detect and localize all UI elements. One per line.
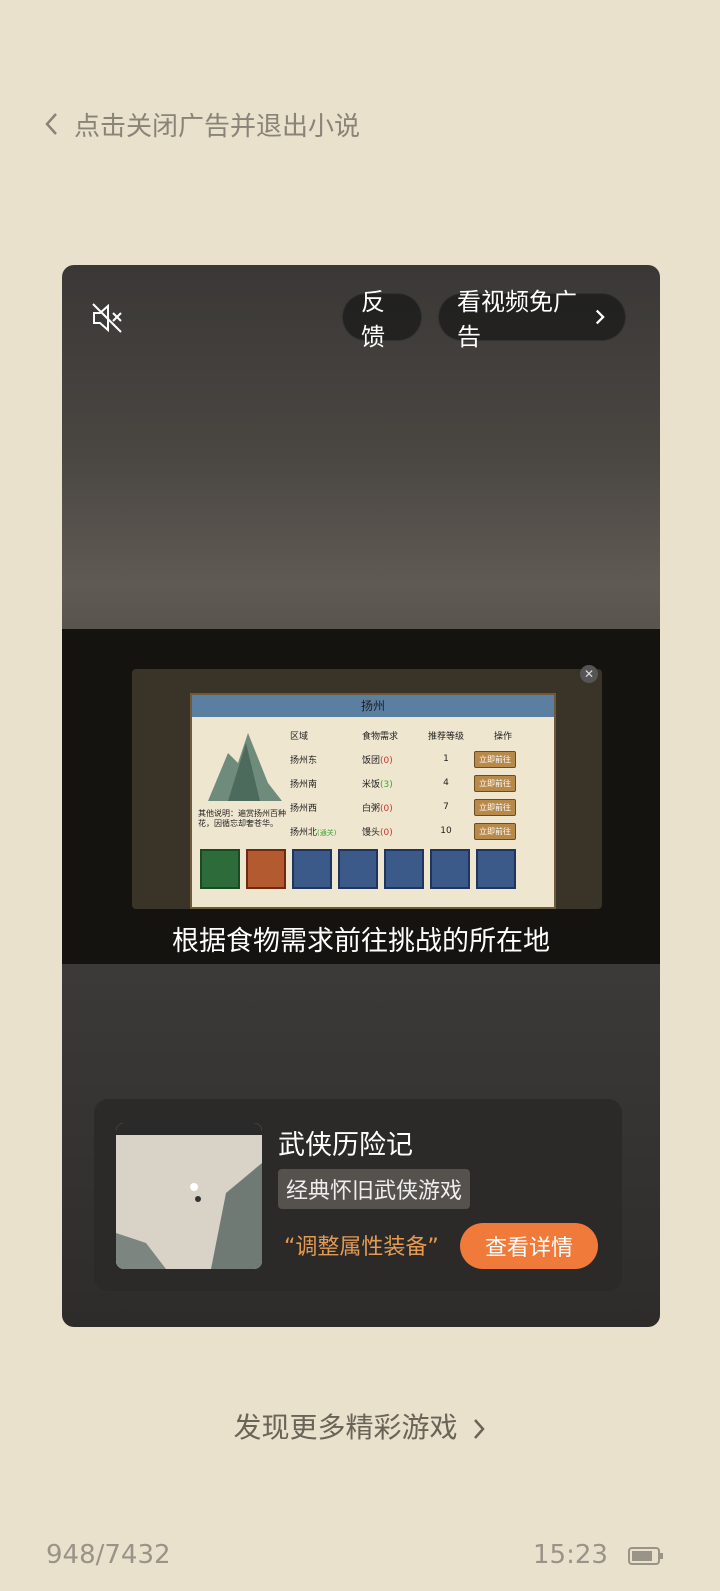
- app-promo-card[interactable]: 武侠历险记 经典怀旧武侠游戏 “调整属性装备” 查看详情: [94, 1099, 622, 1291]
- feedback-button[interactable]: 反馈: [342, 288, 422, 351]
- claw-item-icon: [430, 849, 470, 889]
- blade-item-icon: [292, 849, 332, 889]
- sword-item-icon: [338, 849, 378, 889]
- table-header: 区域 食物需求 推荐等级 操作: [290, 731, 512, 742]
- panel-close-icon: ✕: [580, 665, 598, 683]
- staff-item-icon: [384, 849, 424, 889]
- ad-video[interactable]: 扬州 区域 食物需求 推荐等级 操作 扬州东 饭团(0) 1 立即前往 扬州南 …: [62, 629, 660, 964]
- clock: 15:23: [533, 1540, 608, 1570]
- go-now-button: 立即前往: [474, 750, 516, 768]
- area-table: 区域 食物需求 推荐等级 操作 扬州东 饭团(0) 1 立即前往 扬州南 米饭(…: [290, 723, 550, 843]
- go-now-button: 立即前往: [474, 774, 516, 792]
- discover-more-games-link[interactable]: 发现更多精彩游戏: [0, 1406, 720, 1446]
- back-close-ad-button[interactable]: 点击关闭广告并退出小说: [44, 104, 360, 144]
- chevron-right-icon: [596, 309, 605, 325]
- table-row: 扬州东 饭团(0) 1 立即前往: [290, 747, 550, 771]
- video-subtitle: 根据食物需求前往挑战的所在地: [172, 926, 550, 957]
- robe-item-icon: [476, 849, 516, 889]
- go-now-button: 立即前往: [474, 798, 516, 816]
- app-tag: 经典怀旧武侠游戏: [278, 1169, 471, 1209]
- back-label: 点击关闭广告并退出小说: [74, 111, 361, 142]
- item-bar: [200, 849, 516, 889]
- chevron-right-icon: [474, 1419, 486, 1439]
- orb-item-icon: [246, 849, 286, 889]
- battery-icon: [628, 1547, 663, 1565]
- ad-card[interactable]: 反馈 看视频免广告 扬州 区域 食物需求 推荐等级 操作 扬州东 饭团(0) 1…: [62, 265, 660, 1327]
- game-area-panel: 扬州 区域 食物需求 推荐等级 操作 扬州东 饭团(0) 1 立即前往 扬州南 …: [190, 693, 556, 909]
- panel-note: 其他说明：遍赏扬州百种花，因循忘却奢苍华。: [198, 809, 286, 828]
- reading-progress: 948/7432: [46, 1540, 171, 1570]
- table-row: 扬州西 白粥(0) 7 立即前往: [290, 795, 550, 819]
- watch-video-skip-ad-button[interactable]: 看视频免广告: [438, 288, 626, 351]
- table-row: 扬州北(通关) 馒头(0) 10 立即前往: [290, 819, 550, 843]
- panel-title: 扬州: [192, 695, 554, 717]
- table-row: 扬州南 米饭(3) 4 立即前往: [290, 771, 550, 795]
- chevron-left-icon: [45, 113, 57, 135]
- mute-icon[interactable]: [90, 301, 124, 335]
- app-thumbnail: [116, 1123, 262, 1269]
- book-item-icon: [200, 849, 240, 889]
- app-name: 武侠历险记: [278, 1130, 413, 1161]
- app-slogan: “调整属性装备”: [284, 1235, 439, 1260]
- view-details-button[interactable]: 查看详情: [460, 1223, 598, 1269]
- game-scene-image: [116, 1123, 262, 1269]
- mountain-illustration: [208, 733, 282, 801]
- go-now-button: 立即前往: [474, 822, 516, 840]
